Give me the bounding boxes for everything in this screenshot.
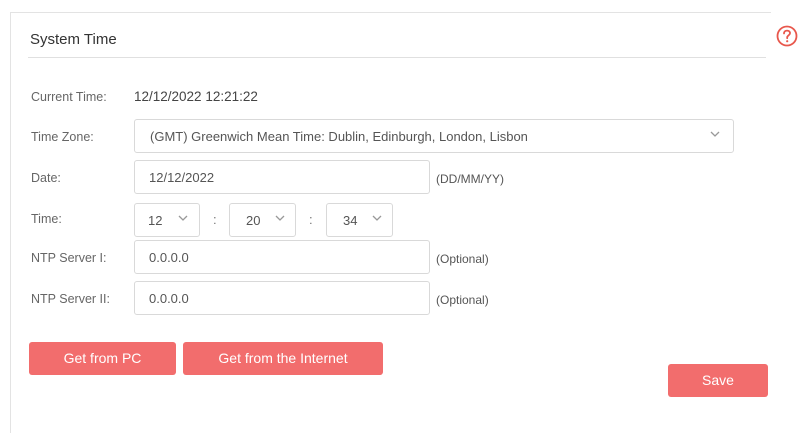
time-zone-select[interactable]: (GMT) Greenwich Mean Time: Dublin, Edinb… (134, 119, 734, 153)
ntp-server-2-hint: (Optional) (436, 293, 489, 307)
minute-value: 20 (246, 213, 261, 228)
date-input[interactable] (134, 160, 430, 194)
time-zone-label: Time Zone: (31, 130, 94, 144)
current-time-value: 12/12/2022 12:21:22 (134, 89, 258, 104)
ntp-server-2-label: NTP Server II: (31, 292, 110, 306)
date-label: Date: (31, 171, 61, 185)
chevron-down-icon (710, 131, 720, 137)
chevron-down-icon (372, 215, 382, 221)
title-divider (28, 57, 766, 58)
page-title: System Time (30, 31, 117, 48)
minute-select[interactable]: 20 (229, 203, 296, 237)
current-time-label: Current Time: (31, 90, 107, 104)
time-separator: : (309, 212, 313, 227)
second-select[interactable]: 34 (326, 203, 393, 237)
help-circle-icon[interactable] (776, 25, 798, 47)
time-label: Time: (31, 212, 62, 226)
ntp-server-1-input[interactable] (134, 240, 430, 274)
hour-select[interactable]: 12 (134, 203, 200, 237)
chevron-down-icon (275, 215, 285, 221)
ntp-server-1-hint: (Optional) (436, 252, 489, 266)
date-format-hint: (DD/MM/YY) (436, 172, 504, 186)
time-zone-selected: (GMT) Greenwich Mean Time: Dublin, Edinb… (150, 129, 528, 144)
save-button[interactable]: Save (668, 364, 768, 397)
ntp-server-2-input[interactable] (134, 281, 430, 315)
get-from-pc-button[interactable]: Get from PC (29, 342, 176, 375)
get-from-internet-button[interactable]: Get from the Internet (183, 342, 383, 375)
chevron-down-icon (178, 215, 188, 221)
second-value: 34 (343, 213, 358, 228)
time-separator: : (213, 212, 217, 227)
hour-value: 12 (148, 213, 163, 228)
ntp-server-1-label: NTP Server I: (31, 251, 107, 265)
